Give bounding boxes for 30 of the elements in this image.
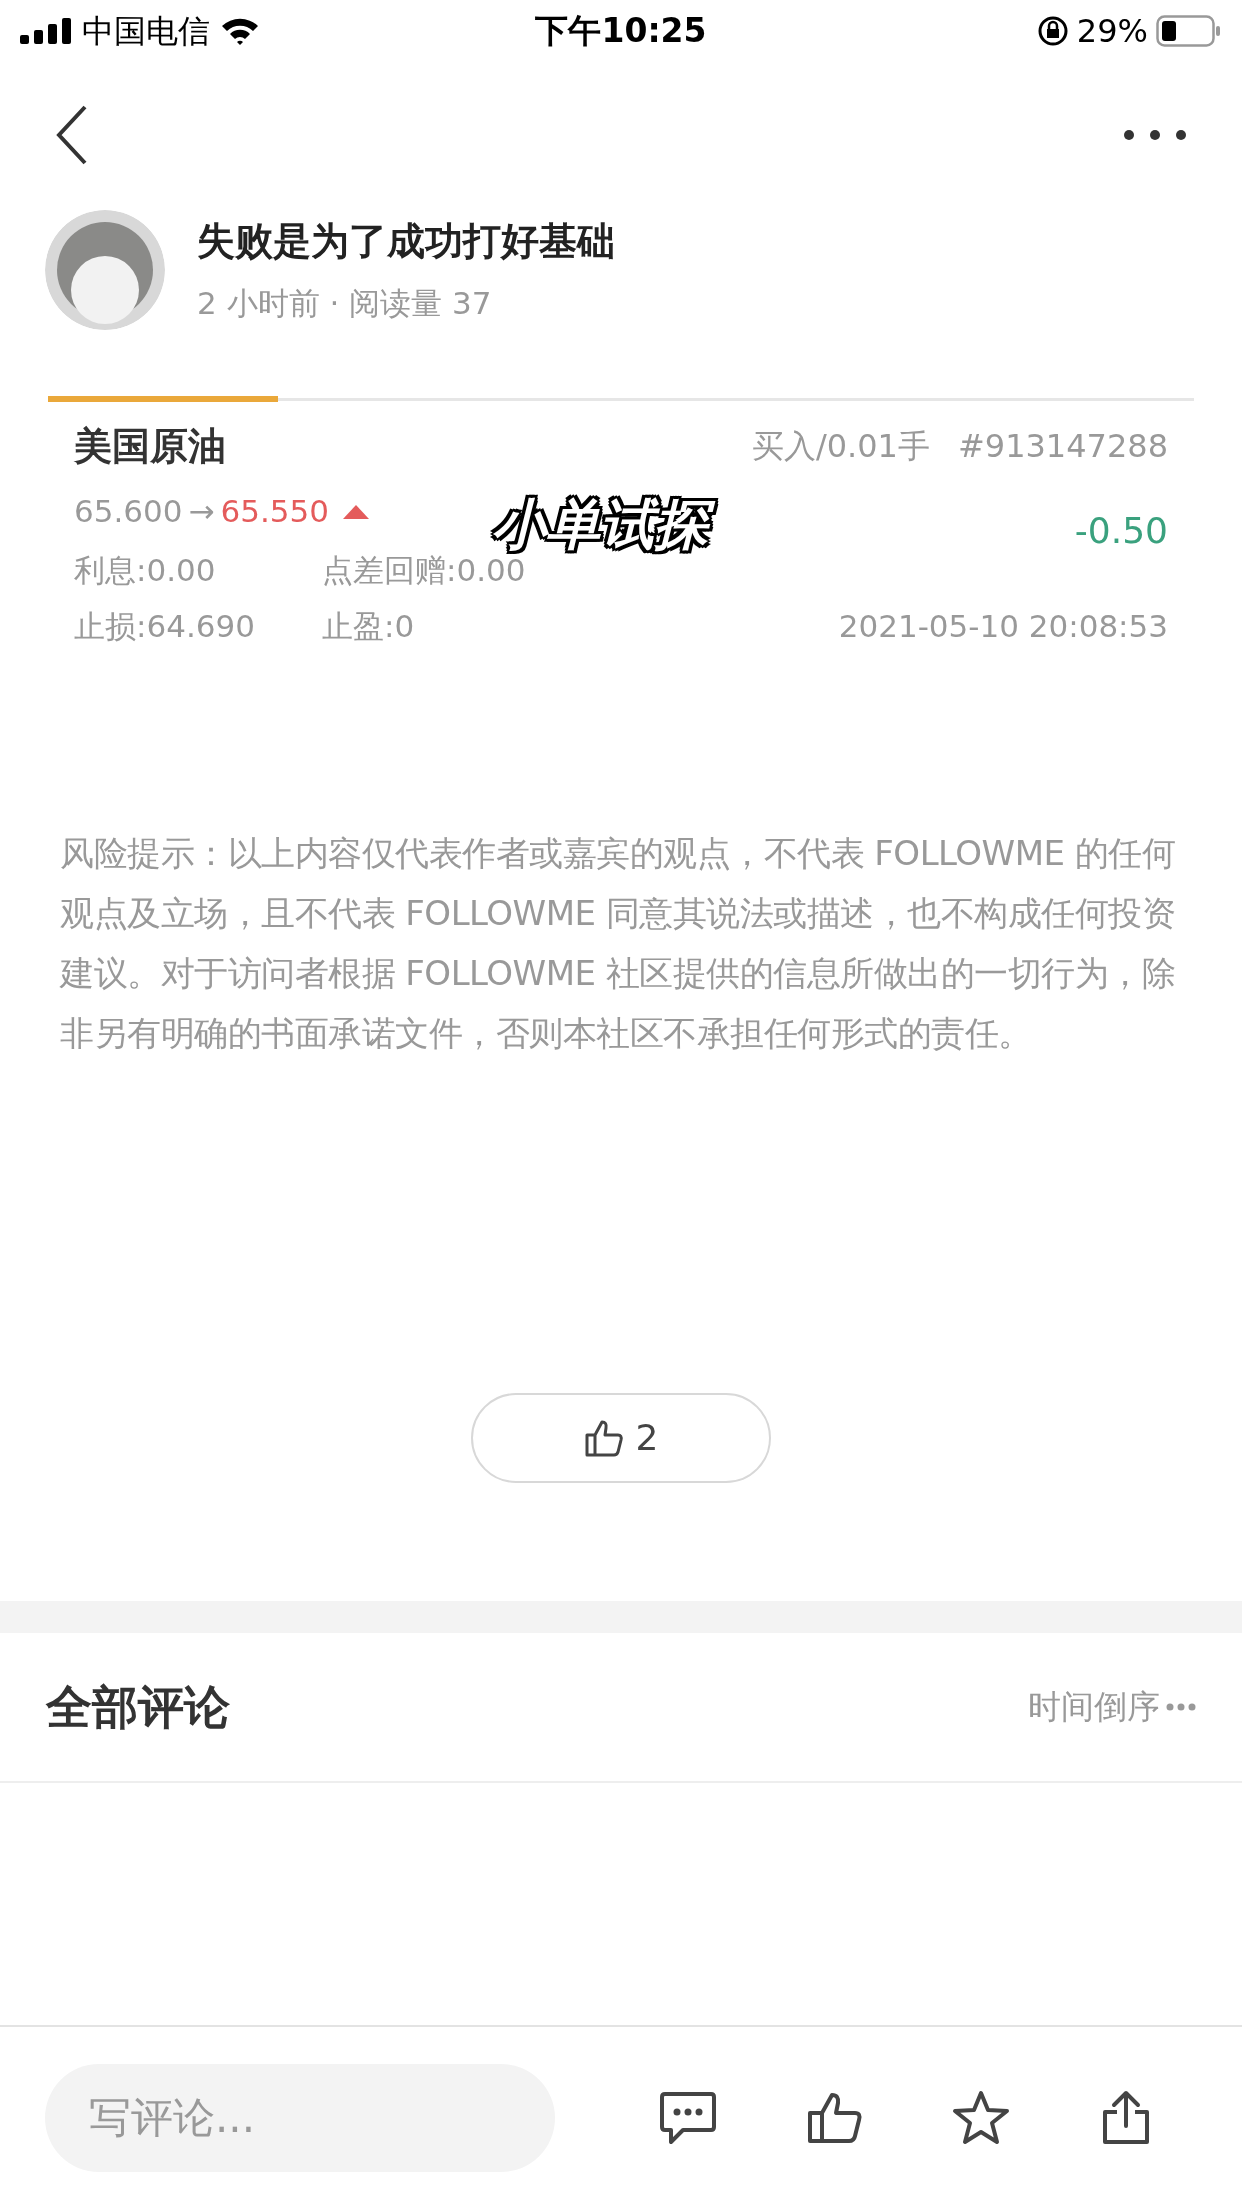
like-button[interactable]: 2: [471, 1393, 771, 1483]
avatar[interactable]: [45, 210, 165, 330]
order-ticket: #913147288: [957, 426, 1168, 467]
risk-disclaimer: 风险提示：以上内容仅代表作者或嘉宾的观点，不代表 FOLLOWME 的任何观点及立场，且不代表 FOLLOWME 同意其说法或描述，也不构成任何投资建议。对于访问者根据 FOLLOWME 社区提供的信息所做出的一切行为，除非另有明确的书面承诺文件，否则本社区不承担任何形式的责任。: [60, 832, 1177, 1055]
current-price: 65.550: [220, 491, 329, 531]
carrier-name: 中国电信: [82, 11, 210, 52]
comments-heading: 全部评论: [46, 1678, 230, 1736]
battery-percent: 29%: [1076, 11, 1148, 52]
star-icon[interactable]: [952, 2089, 1011, 2146]
comment-icon[interactable]: [659, 2090, 718, 2145]
stop-loss: 止损:64.690: [74, 606, 256, 646]
wifi-icon: [220, 16, 260, 46]
open-price: 65.600: [74, 491, 183, 531]
price-arrow: →: [188, 491, 215, 531]
more-icon: [1166, 1703, 1196, 1711]
thumbs-up-icon[interactable]: [805, 2090, 864, 2145]
signal-icon: [20, 18, 72, 44]
order-time: 2021-05-10 20:08:53: [838, 606, 1168, 646]
comment-input[interactable]: 写评论...: [45, 2063, 555, 2172]
author-name[interactable]: 失败是为了成功打好基础: [197, 213, 615, 271]
post-meta: 2 小时前 · 阅读量 37: [197, 284, 493, 324]
thumbs-up-icon: [583, 1419, 624, 1457]
interest: 利息:0.00: [74, 550, 217, 590]
profit-value: -0.50: [1074, 509, 1168, 553]
rotation-lock-icon: [1036, 15, 1069, 47]
battery-icon: [1156, 15, 1222, 47]
clock: 下午10:25: [535, 10, 707, 53]
take-profit: 止盈:0: [322, 606, 415, 646]
symbol-name: 美国原油: [74, 422, 226, 470]
order-size: 买入/0.01手: [751, 426, 930, 467]
